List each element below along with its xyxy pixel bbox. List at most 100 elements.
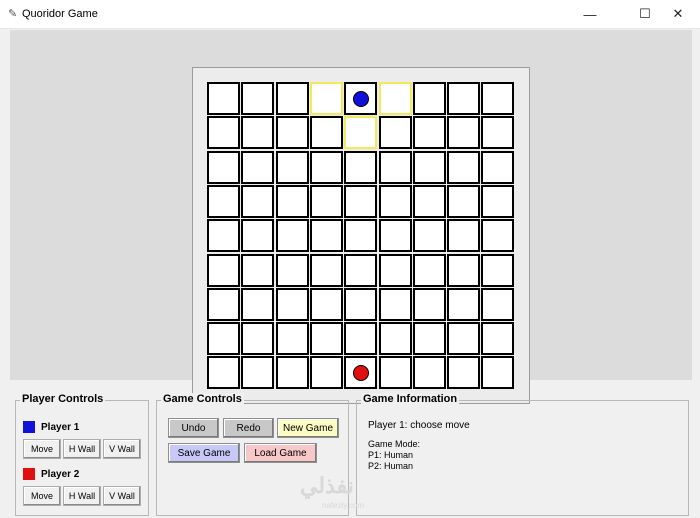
board-cell[interactable] bbox=[241, 322, 274, 355]
board-cell[interactable] bbox=[276, 288, 309, 321]
board-cell[interactable] bbox=[379, 116, 412, 149]
save-game-button[interactable]: Save Game bbox=[168, 443, 240, 463]
board-cell[interactable] bbox=[447, 82, 480, 115]
board-cell[interactable] bbox=[447, 288, 480, 321]
board-cell[interactable] bbox=[207, 219, 240, 252]
board-cell[interactable] bbox=[344, 219, 377, 252]
board-cell[interactable] bbox=[310, 82, 343, 115]
board-cell[interactable] bbox=[241, 82, 274, 115]
board-cell[interactable] bbox=[379, 254, 412, 287]
redo-button[interactable]: Redo bbox=[223, 418, 274, 438]
player-2-label: Player 2 bbox=[41, 469, 80, 480]
board-cell[interactable] bbox=[481, 116, 514, 149]
player-1-move-button[interactable]: Move bbox=[23, 439, 61, 459]
board-cell[interactable] bbox=[276, 185, 309, 218]
board-cell[interactable] bbox=[207, 185, 240, 218]
board-cell[interactable] bbox=[481, 151, 514, 184]
player-2-hwall-button[interactable]: H Wall bbox=[63, 486, 101, 506]
board-cell[interactable] bbox=[241, 185, 274, 218]
board-cell[interactable] bbox=[379, 322, 412, 355]
board-cell[interactable] bbox=[413, 322, 446, 355]
board-cell[interactable] bbox=[481, 254, 514, 287]
undo-button[interactable]: Undo bbox=[168, 418, 219, 438]
board-cell[interactable] bbox=[447, 254, 480, 287]
board-cell[interactable] bbox=[207, 116, 240, 149]
board-cell[interactable] bbox=[310, 116, 343, 149]
board-cell[interactable] bbox=[413, 116, 446, 149]
board-cell[interactable] bbox=[481, 82, 514, 115]
player-1-vwall-button[interactable]: V Wall bbox=[103, 439, 141, 459]
board-cell[interactable] bbox=[207, 254, 240, 287]
board-cell[interactable] bbox=[241, 356, 274, 389]
board-cell[interactable] bbox=[379, 288, 412, 321]
board-cell[interactable] bbox=[241, 254, 274, 287]
player-2-move-button[interactable]: Move bbox=[23, 486, 61, 506]
board-cell[interactable] bbox=[447, 116, 480, 149]
game-board[interactable] bbox=[192, 67, 530, 404]
board-cell[interactable] bbox=[379, 151, 412, 184]
board-cell[interactable] bbox=[447, 219, 480, 252]
board-cell[interactable] bbox=[344, 254, 377, 287]
board-cell[interactable] bbox=[310, 151, 343, 184]
board-cell[interactable] bbox=[310, 356, 343, 389]
board-cell[interactable] bbox=[481, 185, 514, 218]
board-cell[interactable] bbox=[207, 82, 240, 115]
board-cell[interactable] bbox=[241, 116, 274, 149]
board-cell[interactable] bbox=[413, 254, 446, 287]
board-cell[interactable] bbox=[344, 185, 377, 218]
board-cell[interactable] bbox=[379, 185, 412, 218]
board-cell[interactable] bbox=[276, 322, 309, 355]
board-cell[interactable] bbox=[481, 288, 514, 321]
board-cell[interactable] bbox=[276, 356, 309, 389]
board-cell[interactable] bbox=[413, 151, 446, 184]
board-cell[interactable] bbox=[344, 116, 377, 149]
board-cell[interactable] bbox=[344, 356, 377, 389]
board-cell[interactable] bbox=[344, 82, 377, 115]
board-cell[interactable] bbox=[310, 219, 343, 252]
board-cell[interactable] bbox=[276, 82, 309, 115]
board-cell[interactable] bbox=[241, 151, 274, 184]
game-information-title: Game Information bbox=[361, 393, 460, 405]
board-cell[interactable] bbox=[413, 82, 446, 115]
board-cell[interactable] bbox=[276, 151, 309, 184]
board-cell[interactable] bbox=[310, 254, 343, 287]
board-cell[interactable] bbox=[379, 219, 412, 252]
player-2-vwall-button[interactable]: V Wall bbox=[103, 486, 141, 506]
board-cell[interactable] bbox=[447, 322, 480, 355]
board-cell[interactable] bbox=[207, 151, 240, 184]
new-game-button[interactable]: New Game bbox=[277, 418, 339, 438]
board-cell[interactable] bbox=[310, 322, 343, 355]
player-1-pawn[interactable] bbox=[353, 91, 369, 107]
board-cell[interactable] bbox=[481, 356, 514, 389]
board-cell[interactable] bbox=[276, 116, 309, 149]
board-cell[interactable] bbox=[344, 288, 377, 321]
board-cell[interactable] bbox=[207, 322, 240, 355]
board-cell[interactable] bbox=[276, 254, 309, 287]
board-cell[interactable] bbox=[276, 219, 309, 252]
board-cell[interactable] bbox=[241, 288, 274, 321]
board-cell[interactable] bbox=[447, 356, 480, 389]
board-cell[interactable] bbox=[310, 185, 343, 218]
player-1-label: Player 1 bbox=[41, 422, 80, 433]
close-button[interactable]: ✕ bbox=[656, 0, 700, 28]
board-cell[interactable] bbox=[207, 356, 240, 389]
board-cell[interactable] bbox=[413, 288, 446, 321]
board-cell[interactable] bbox=[310, 288, 343, 321]
board-cell[interactable] bbox=[207, 288, 240, 321]
board-cell[interactable] bbox=[413, 219, 446, 252]
minimize-button[interactable]: — bbox=[568, 0, 612, 28]
board-cell[interactable] bbox=[481, 322, 514, 355]
board-cell[interactable] bbox=[447, 151, 480, 184]
board-cell[interactable] bbox=[241, 219, 274, 252]
board-cell[interactable] bbox=[344, 322, 377, 355]
board-cell[interactable] bbox=[379, 82, 412, 115]
board-cell[interactable] bbox=[447, 185, 480, 218]
board-cell[interactable] bbox=[379, 356, 412, 389]
board-cell[interactable] bbox=[413, 185, 446, 218]
load-game-button[interactable]: Load Game bbox=[244, 443, 317, 463]
board-cell[interactable] bbox=[481, 219, 514, 252]
player-2-pawn[interactable] bbox=[353, 365, 369, 381]
board-cell[interactable] bbox=[413, 356, 446, 389]
player-1-hwall-button[interactable]: H Wall bbox=[63, 439, 101, 459]
board-cell[interactable] bbox=[344, 151, 377, 184]
